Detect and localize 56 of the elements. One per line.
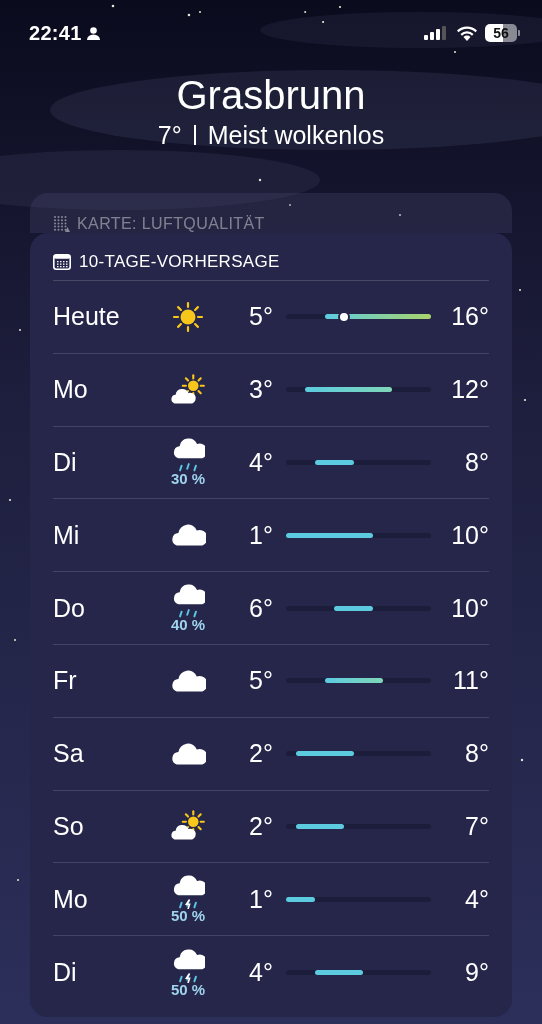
high-temperature: 16° bbox=[450, 302, 489, 332]
precipitation-chance: 50 % bbox=[170, 980, 206, 998]
high-temperature: 12° bbox=[450, 375, 489, 405]
precipitation-chance: 40 % bbox=[170, 616, 206, 634]
day-label: So bbox=[53, 811, 85, 841]
person-icon bbox=[86, 26, 100, 40]
cloud-icon bbox=[170, 523, 206, 548]
high-temperature: 8° bbox=[464, 739, 489, 769]
sun-behind-cloud-icon bbox=[169, 373, 207, 406]
low-temperature: 3° bbox=[248, 375, 273, 405]
day-label: Di bbox=[53, 448, 78, 477]
low-temperature: 6° bbox=[248, 593, 273, 623]
low-temperature: 1° bbox=[248, 884, 273, 914]
precipitation-chance: 50 % bbox=[170, 907, 206, 925]
status-time: 22:41 bbox=[29, 21, 82, 45]
day-label: Mo bbox=[53, 884, 89, 914]
day-label: Heute bbox=[53, 302, 121, 332]
high-temperature: 8° bbox=[464, 448, 489, 477]
card-title: KARTE: LUFTQUALITÄT bbox=[77, 215, 265, 233]
low-temperature: 4° bbox=[248, 448, 273, 477]
current-temperature: 7° bbox=[157, 120, 182, 150]
rain-cloud-icon bbox=[171, 583, 205, 619]
air-quality-icon bbox=[53, 215, 71, 233]
wifi-icon bbox=[456, 25, 478, 41]
sun-icon bbox=[172, 300, 204, 333]
high-temperature: 11° bbox=[452, 666, 489, 696]
high-temperature: 10° bbox=[450, 520, 489, 550]
thunderstorm-icon bbox=[171, 874, 205, 910]
signal-icon bbox=[424, 26, 448, 40]
location-name: Grasbrunn bbox=[175, 72, 367, 119]
low-temperature: 5° bbox=[248, 666, 273, 696]
day-label: Sa bbox=[53, 739, 85, 769]
day-label: Mi bbox=[53, 520, 81, 550]
day-label: Di bbox=[53, 958, 78, 988]
day-label: Fr bbox=[53, 666, 78, 696]
air-quality-card[interactable]: KARTE: LUFTQUALITÄT bbox=[30, 193, 512, 233]
low-temperature: 2° bbox=[248, 739, 273, 769]
high-temperature: 9° bbox=[464, 958, 489, 988]
low-temperature: 5° bbox=[248, 302, 273, 332]
cloud-icon bbox=[170, 741, 206, 766]
weather-condition: Meist wolkenlos bbox=[207, 120, 385, 150]
thunderstorm-icon bbox=[171, 947, 205, 983]
calendar-icon bbox=[53, 253, 71, 270]
section-title: 10-TAGE-VORHERSAGE bbox=[79, 251, 280, 272]
high-temperature: 10° bbox=[450, 593, 489, 623]
high-temperature: 7° bbox=[464, 811, 489, 841]
day-label: Do bbox=[53, 593, 86, 623]
high-temperature: 4° bbox=[464, 884, 489, 914]
low-temperature: 2° bbox=[248, 811, 273, 841]
cloud-icon bbox=[170, 668, 206, 693]
day-label: Mo bbox=[53, 375, 89, 405]
low-temperature: 1° bbox=[248, 520, 273, 550]
battery-level: 56 bbox=[485, 24, 517, 42]
rain-cloud-icon bbox=[171, 437, 205, 473]
precipitation-chance: 30 % bbox=[170, 470, 206, 488]
low-temperature: 4° bbox=[248, 958, 273, 988]
